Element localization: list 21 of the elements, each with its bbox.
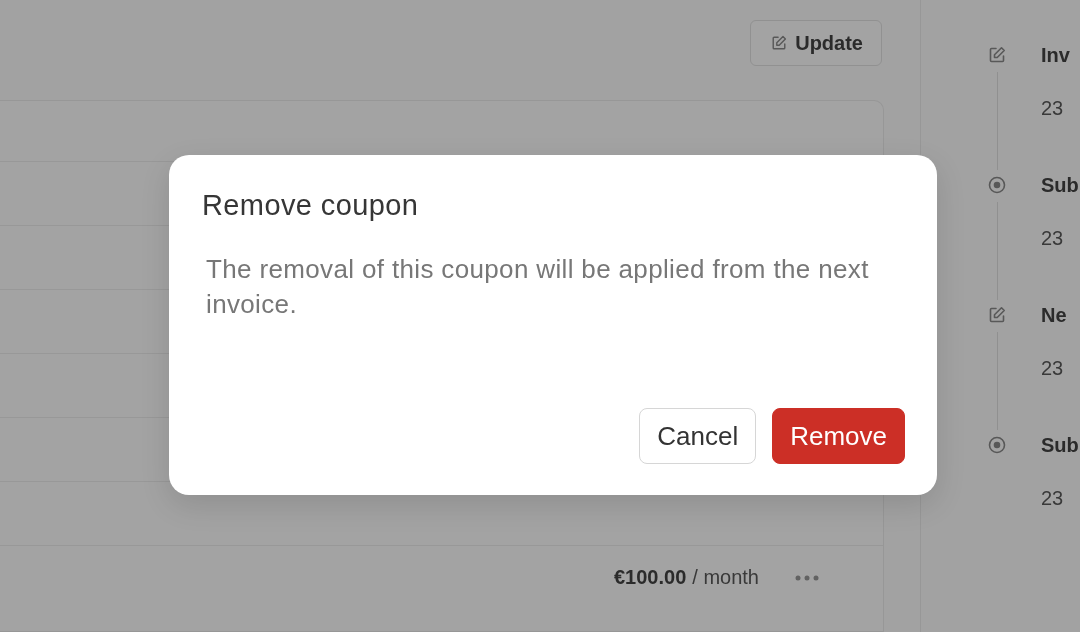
circle-icon [988,176,1006,194]
more-icon[interactable] [795,574,819,581]
edit-icon [988,306,1006,324]
activity-date: 23 [1041,486,1065,511]
activity-title: Sub [1041,433,1079,458]
activity-date: 23 [1041,96,1065,121]
edit-icon [988,46,1006,64]
cancel-button[interactable]: Cancel [639,408,757,464]
price-period: / month [692,566,759,588]
update-button[interactable]: Update [750,20,882,66]
activity-date: 23 [1041,226,1065,251]
activity-title: Sub [1041,173,1079,198]
activity-title: Inv [1041,43,1070,68]
dialog-message: The removal of this coupon will be applied from the next invoice. [205,253,870,321]
dialog-title: Remove coupon [202,188,419,223]
activity-title: Ne [1041,303,1067,328]
remove-button[interactable]: Remove [772,408,905,464]
edit-icon [771,35,788,51]
activity-date: 23 [1041,356,1065,381]
circle-icon [988,436,1006,454]
price-amount: €100.00 [614,566,687,588]
